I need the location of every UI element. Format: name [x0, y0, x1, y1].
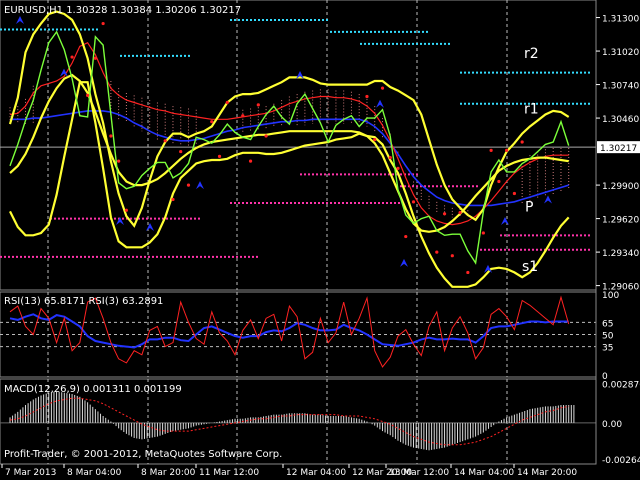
sar-dot: [248, 159, 253, 163]
time-tick-label: 8 Mar 20:00: [141, 468, 196, 478]
macd-tick-label: 0.002876: [602, 380, 640, 390]
sar-dot: [86, 93, 90, 97]
time-tick-label: 14 Mar 20:00: [517, 468, 577, 478]
time-tick-label: 13 Mar 12:00: [389, 468, 449, 478]
pivot-label: r1: [524, 101, 539, 117]
pivot-label: r2: [524, 46, 539, 62]
sar-dot: [171, 197, 175, 202]
sar-dot: [163, 139, 167, 143]
rsi-tick-label: 35: [602, 344, 613, 354]
price-tick-label: 1.29340: [602, 249, 639, 259]
sar-dot: [124, 208, 128, 212]
rsi-panel-header: RSI(13) 65.8171 RSI(3) 63.2891: [4, 296, 163, 307]
sar-dot: [93, 56, 97, 60]
pivot-label: s1: [522, 259, 538, 275]
macd-tick-label: 0.00: [602, 420, 622, 430]
sar-dot: [450, 254, 454, 258]
price-tick-label: 1.29900: [602, 182, 639, 192]
pivot-label: P: [525, 199, 533, 215]
sar-dot: [497, 179, 501, 184]
sar-dot: [505, 148, 509, 152]
price-tick-label: 1.31020: [602, 48, 639, 58]
macd-tick-label: -0.002649: [602, 456, 640, 466]
sar-dot: [256, 103, 260, 107]
sar-dot: [435, 250, 439, 254]
copyright-text: Profit-Trader, © 2001-2012, MetaQuotes S…: [4, 449, 282, 460]
sar-dot: [512, 191, 517, 196]
time-tick-label: 11 Mar 12:00: [199, 468, 259, 478]
sar-dot: [225, 100, 229, 105]
sar-dot: [380, 86, 385, 90]
sar-dot: [186, 183, 191, 187]
sar-dot: [264, 134, 268, 138]
sar-dot: [365, 94, 369, 99]
current-price-label: 1.30217: [600, 144, 637, 154]
sar-dot: [179, 149, 183, 154]
price-tick-label: 1.30460: [602, 115, 639, 125]
price-tick-label: 1.30740: [602, 82, 639, 92]
sar-dot: [489, 148, 493, 152]
sar-dot: [117, 159, 121, 163]
chart-canvas: r2 r1 Ps1 EURUSD,H1 1.30328 1.30384 1.3020…: [0, 0, 640, 480]
sar-dot: [241, 114, 245, 118]
sar-dot: [210, 120, 214, 124]
price-tick-label: 1.29620: [602, 216, 639, 226]
sar-dot: [388, 155, 392, 160]
sar-dot: [70, 55, 74, 59]
sar-dot: [442, 212, 447, 216]
time-tick-label: 12 Mar 04:00: [286, 468, 346, 478]
sar-dot: [458, 211, 462, 215]
rsi-tick-label: 50: [602, 332, 614, 342]
sar-dot: [396, 166, 400, 170]
time-tick-label: 7 Mar 2013: [5, 468, 56, 478]
rsi-tick-label: 65: [602, 319, 613, 329]
sar-dot: [217, 154, 222, 158]
sar-dot: [466, 270, 470, 275]
sar-dot: [373, 138, 377, 142]
sar-dot: [411, 200, 416, 204]
rsi-tick-label: 100: [602, 291, 619, 301]
time-tick-label: 8 Mar 04:00: [67, 468, 122, 478]
sar-dot: [109, 134, 113, 138]
sar-dot: [520, 140, 524, 144]
macd-panel-header: MACD(12,26,9) 0.001311 0.001199: [4, 384, 182, 395]
sar-dot: [481, 231, 485, 235]
price-panel-header: EURUSD,H1 1.30328 1.30384 1.30206 1.3021…: [4, 5, 241, 16]
price-tick-label: 1.31300: [602, 15, 639, 25]
time-tick-label: 14 Mar 04:00: [454, 468, 514, 478]
sar-dot: [101, 21, 105, 26]
sar-dot: [404, 234, 408, 239]
